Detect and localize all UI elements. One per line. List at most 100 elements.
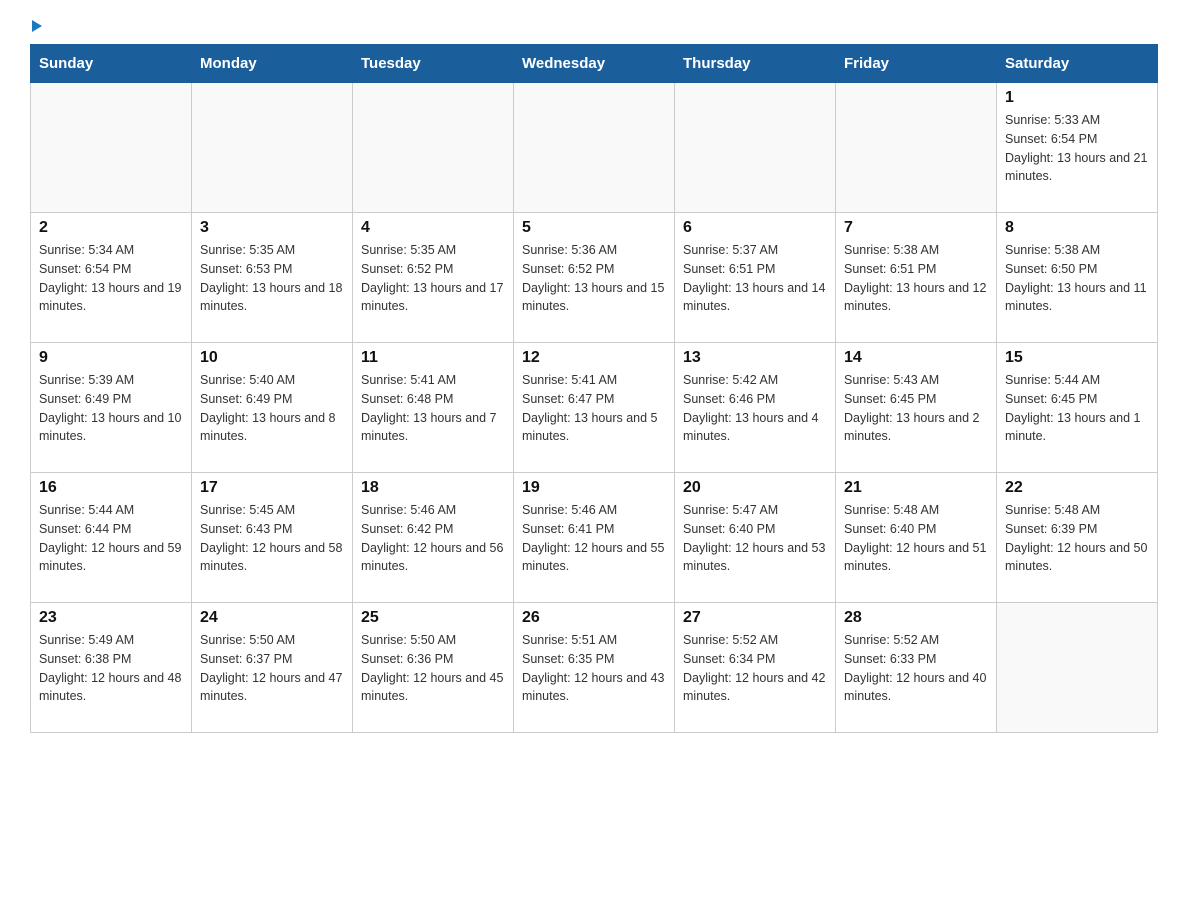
day-info: Sunrise: 5:52 AMSunset: 6:33 PMDaylight:…	[844, 631, 988, 706]
calendar-cell: 3 Sunrise: 5:35 AMSunset: 6:53 PMDaylight…	[192, 213, 353, 343]
calendar-week-row: 1 Sunrise: 5:33 AMSunset: 6:54 PMDaylight…	[31, 83, 1158, 213]
calendar-cell	[514, 83, 675, 213]
calendar-cell: 18 Sunrise: 5:46 AMSunset: 6:42 PMDayligh…	[353, 473, 514, 603]
calendar-cell: 23 Sunrise: 5:49 AMSunset: 6:38 PMDayligh…	[31, 603, 192, 733]
day-number: 14	[844, 349, 988, 367]
day-info: Sunrise: 5:39 AMSunset: 6:49 PMDaylight:…	[39, 371, 183, 446]
calendar-cell: 9 Sunrise: 5:39 AMSunset: 6:49 PMDaylight…	[31, 343, 192, 473]
calendar-cell	[192, 83, 353, 213]
day-info: Sunrise: 5:40 AMSunset: 6:49 PMDaylight:…	[200, 371, 344, 446]
day-info: Sunrise: 5:42 AMSunset: 6:46 PMDaylight:…	[683, 371, 827, 446]
day-info: Sunrise: 5:35 AMSunset: 6:52 PMDaylight:…	[361, 241, 505, 316]
calendar-cell: 25 Sunrise: 5:50 AMSunset: 6:36 PMDayligh…	[353, 603, 514, 733]
day-info: Sunrise: 5:44 AMSunset: 6:45 PMDaylight:…	[1005, 371, 1149, 446]
calendar-cell: 8Sunrise: 5:38 AMSunset: 6:50 PMDaylight…	[997, 213, 1158, 343]
day-number: 15	[1005, 349, 1149, 367]
calendar-day-header: Sunday	[31, 45, 192, 83]
day-info: Sunrise: 5:48 AMSunset: 6:39 PMDaylight:…	[1005, 501, 1149, 576]
day-number: 7	[844, 219, 988, 237]
logo	[30, 20, 42, 34]
day-info: Sunrise: 5:47 AMSunset: 6:40 PMDaylight:…	[683, 501, 827, 576]
day-number: 6	[683, 219, 827, 237]
calendar-day-header: Saturday	[997, 45, 1158, 83]
day-info: Sunrise: 5:35 AMSunset: 6:53 PMDaylight:…	[200, 241, 344, 316]
calendar-cell: 17 Sunrise: 5:45 AMSunset: 6:43 PMDayligh…	[192, 473, 353, 603]
calendar-cell: 27Sunrise: 5:52 AMSunset: 6:34 PMDayligh…	[675, 603, 836, 733]
day-number: 5	[522, 219, 666, 237]
day-number: 3	[200, 219, 344, 237]
day-number: 4	[361, 219, 505, 237]
calendar-cell: 19Sunrise: 5:46 AMSunset: 6:41 PMDayligh…	[514, 473, 675, 603]
calendar-cell: 26 Sunrise: 5:51 AMSunset: 6:35 PMDayligh…	[514, 603, 675, 733]
day-number: 21	[844, 479, 988, 497]
day-number: 9	[39, 349, 183, 367]
day-number: 26	[522, 609, 666, 627]
day-info: Sunrise: 5:43 AMSunset: 6:45 PMDaylight:…	[844, 371, 988, 446]
calendar-cell: 13 Sunrise: 5:42 AMSunset: 6:46 PMDayligh…	[675, 343, 836, 473]
day-number: 24	[200, 609, 344, 627]
day-number: 1	[1005, 89, 1149, 107]
day-number: 13	[683, 349, 827, 367]
calendar-cell	[675, 83, 836, 213]
calendar-cell: 10Sunrise: 5:40 AMSunset: 6:49 PMDayligh…	[192, 343, 353, 473]
page-header	[30, 20, 1158, 34]
day-number: 2	[39, 219, 183, 237]
day-info: Sunrise: 5:46 AMSunset: 6:42 PMDaylight:…	[361, 501, 505, 576]
day-number: 25	[361, 609, 505, 627]
calendar-cell: 12 Sunrise: 5:41 AMSunset: 6:47 PMDayligh…	[514, 343, 675, 473]
day-info: Sunrise: 5:44 AMSunset: 6:44 PMDaylight:…	[39, 501, 183, 576]
logo-arrow-icon	[32, 20, 42, 32]
calendar-day-header: Tuesday	[353, 45, 514, 83]
day-info: Sunrise: 5:36 AMSunset: 6:52 PMDaylight:…	[522, 241, 666, 316]
day-info: Sunrise: 5:38 AMSunset: 6:51 PMDaylight:…	[844, 241, 988, 316]
day-number: 16	[39, 479, 183, 497]
day-number: 11	[361, 349, 505, 367]
calendar-cell: 20 Sunrise: 5:47 AMSunset: 6:40 PMDayligh…	[675, 473, 836, 603]
calendar-cell: 5 Sunrise: 5:36 AMSunset: 6:52 PMDaylight…	[514, 213, 675, 343]
calendar-cell: 15 Sunrise: 5:44 AMSunset: 6:45 PMDayligh…	[997, 343, 1158, 473]
calendar-cell: 16 Sunrise: 5:44 AMSunset: 6:44 PMDayligh…	[31, 473, 192, 603]
day-number: 19	[522, 479, 666, 497]
day-info: Sunrise: 5:50 AMSunset: 6:37 PMDaylight:…	[200, 631, 344, 706]
calendar-day-header: Friday	[836, 45, 997, 83]
day-info: Sunrise: 5:37 AMSunset: 6:51 PMDaylight:…	[683, 241, 827, 316]
calendar-cell: 14 Sunrise: 5:43 AMSunset: 6:45 PMDayligh…	[836, 343, 997, 473]
day-info: Sunrise: 5:50 AMSunset: 6:36 PMDaylight:…	[361, 631, 505, 706]
day-info: Sunrise: 5:45 AMSunset: 6:43 PMDaylight:…	[200, 501, 344, 576]
day-number: 18	[361, 479, 505, 497]
calendar-cell	[353, 83, 514, 213]
day-info: Sunrise: 5:34 AMSunset: 6:54 PMDaylight:…	[39, 241, 183, 316]
calendar-day-header: Thursday	[675, 45, 836, 83]
day-number: 12	[522, 349, 666, 367]
day-number: 17	[200, 479, 344, 497]
calendar-cell: 4 Sunrise: 5:35 AMSunset: 6:52 PMDaylight…	[353, 213, 514, 343]
day-number: 20	[683, 479, 827, 497]
calendar-table: SundayMondayTuesdayWednesdayThursdayFrid…	[30, 44, 1158, 733]
calendar-week-row: 9 Sunrise: 5:39 AMSunset: 6:49 PMDaylight…	[31, 343, 1158, 473]
calendar-week-row: 23 Sunrise: 5:49 AMSunset: 6:38 PMDayligh…	[31, 603, 1158, 733]
calendar-day-header: Wednesday	[514, 45, 675, 83]
calendar-week-row: 16 Sunrise: 5:44 AMSunset: 6:44 PMDayligh…	[31, 473, 1158, 603]
day-number: 28	[844, 609, 988, 627]
day-info: Sunrise: 5:41 AMSunset: 6:48 PMDaylight:…	[361, 371, 505, 446]
day-number: 8	[1005, 219, 1149, 237]
calendar-week-row: 2 Sunrise: 5:34 AMSunset: 6:54 PMDaylight…	[31, 213, 1158, 343]
calendar-header-row: SundayMondayTuesdayWednesdayThursdayFrid…	[31, 45, 1158, 83]
calendar-cell: 28 Sunrise: 5:52 AMSunset: 6:33 PMDayligh…	[836, 603, 997, 733]
calendar-cell: 2 Sunrise: 5:34 AMSunset: 6:54 PMDaylight…	[31, 213, 192, 343]
day-info: Sunrise: 5:48 AMSunset: 6:40 PMDaylight:…	[844, 501, 988, 576]
day-info: Sunrise: 5:41 AMSunset: 6:47 PMDaylight:…	[522, 371, 666, 446]
calendar-cell: 11 Sunrise: 5:41 AMSunset: 6:48 PMDayligh…	[353, 343, 514, 473]
day-number: 27	[683, 609, 827, 627]
calendar-cell: 6 Sunrise: 5:37 AMSunset: 6:51 PMDaylight…	[675, 213, 836, 343]
day-number: 23	[39, 609, 183, 627]
day-info: Sunrise: 5:49 AMSunset: 6:38 PMDaylight:…	[39, 631, 183, 706]
calendar-cell: 24 Sunrise: 5:50 AMSunset: 6:37 PMDayligh…	[192, 603, 353, 733]
calendar-cell	[997, 603, 1158, 733]
day-info: Sunrise: 5:51 AMSunset: 6:35 PMDaylight:…	[522, 631, 666, 706]
calendar-cell	[836, 83, 997, 213]
calendar-cell: 21 Sunrise: 5:48 AMSunset: 6:40 PMDayligh…	[836, 473, 997, 603]
calendar-cell: 7 Sunrise: 5:38 AMSunset: 6:51 PMDaylight…	[836, 213, 997, 343]
day-info: Sunrise: 5:33 AMSunset: 6:54 PMDaylight:…	[1005, 111, 1149, 186]
calendar-day-header: Monday	[192, 45, 353, 83]
